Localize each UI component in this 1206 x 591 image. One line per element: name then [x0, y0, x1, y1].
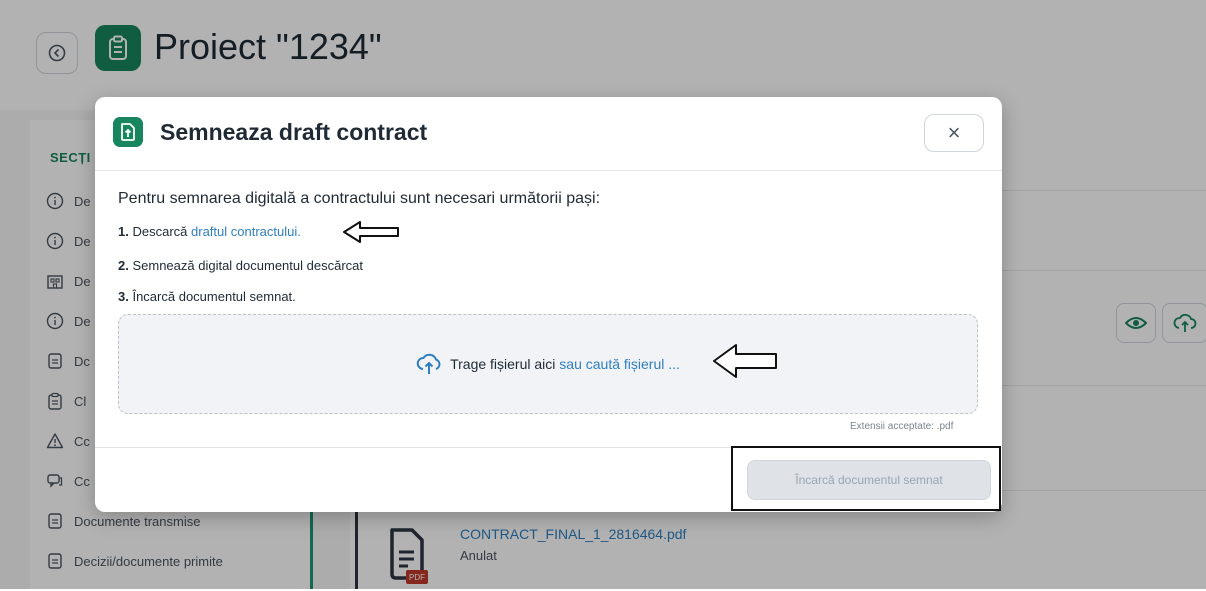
close-icon: × — [947, 120, 961, 145]
dropzone-text: Trage fișierul aici — [450, 356, 556, 372]
close-button[interactable]: × — [924, 114, 984, 152]
browse-file-link[interactable]: caută fișierul ... — [586, 356, 680, 372]
download-draft-link[interactable]: draftul contractului. — [191, 224, 301, 239]
step-number: 3. — [118, 289, 129, 304]
step-2: 2. Semnează digital documentul descărcat — [118, 258, 363, 273]
modal-header: Semneaza draft contract × — [95, 97, 1002, 171]
step-number: 2. — [118, 258, 129, 273]
step-number: 1. — [118, 224, 129, 239]
step-text: Încarcă documentul semnat. — [132, 289, 296, 304]
step-text: Descarcă — [132, 224, 188, 239]
modal-title: Semneaza draft contract — [160, 119, 428, 145]
step-text: Semnează digital documentul descărcat — [132, 258, 363, 273]
cloud-upload-icon — [416, 353, 441, 374]
dropzone-or: sau — [559, 356, 582, 372]
arrow-left-icon — [343, 221, 399, 243]
file-dropzone[interactable]: Trage fișierul aici sau caută fișierul .… — [118, 314, 978, 414]
instructions-intro: Pentru semnarea digitală a contractului … — [118, 190, 601, 207]
step-3: 3. Încarcă documentul semnat. — [118, 289, 296, 304]
page: Proiect "1234" SECȚI De De De De Dc Cl C… — [0, 0, 1206, 589]
file-upload-icon — [113, 117, 143, 147]
annotation-highlight-box — [731, 446, 1001, 511]
arrow-left-icon — [713, 344, 777, 378]
dropzone-label: Trage fișierul aici sau caută fișierul .… — [450, 356, 680, 372]
dropzone-content: Trage fișierul aici sau caută fișierul .… — [119, 315, 977, 413]
step-1: 1. Descarcă draftul contractului. — [118, 224, 301, 239]
accepted-extensions: Extensii acceptate: .pdf — [850, 421, 954, 432]
